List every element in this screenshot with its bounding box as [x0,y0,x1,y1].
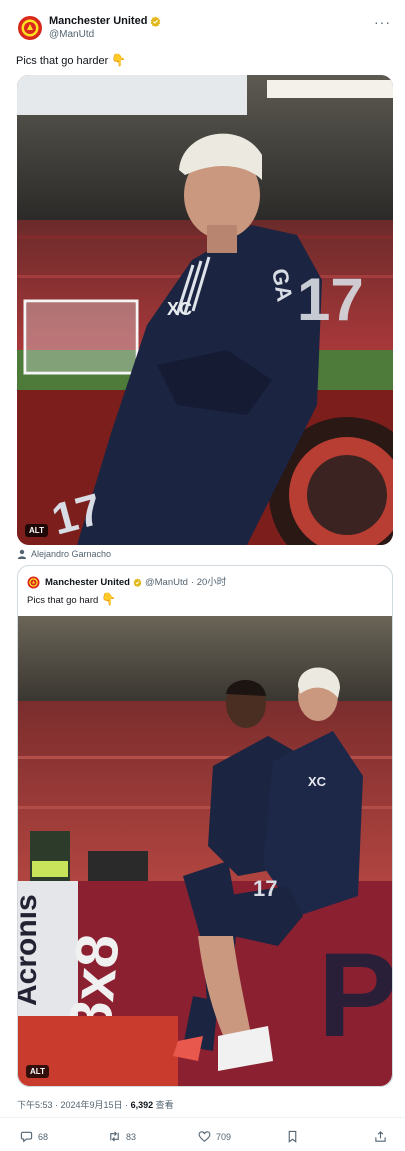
reply-icon [20,1131,33,1143]
bookmark-icon [288,1130,297,1143]
bookmark-button[interactable] [286,1130,299,1143]
author-handle[interactable]: @ManUtd [49,29,94,41]
tweet-photo[interactable]: GA 17 17 XC ALT [17,75,393,545]
person-icon [17,549,27,559]
garnacho-photo: GA 17 17 XC [17,75,393,545]
avatar[interactable] [17,15,43,41]
share-button[interactable] [374,1130,387,1143]
quoted-tweet[interactable]: Manchester United @ManUtd · 20小时 Pics th… [17,565,393,1087]
verified-badge-icon [151,16,161,27]
alt-text-badge[interactable]: ALT [25,524,48,537]
quoted-avatar[interactable] [27,576,40,589]
retweet-count: 83 [126,1131,137,1142]
heart-icon [198,1131,211,1142]
quoted-text: Pics that go hard 👇 [27,592,116,607]
timestamp[interactable]: 下午5:53 · 2024年9月15日 · [17,1100,131,1110]
pointing-down-emoji: 👇 [111,53,127,67]
players-on-wall-photo: Acronis 8x8 P 17 XC [18,616,392,1086]
tweet-meta: 下午5:53 · 2024年9月15日 · 6,392 查看 [17,1098,174,1111]
retweet-button[interactable]: 83 [108,1130,136,1143]
svg-text:Acronis: Acronis [18,894,43,1006]
svg-text:P: P [318,928,392,1062]
svg-text:XC: XC [167,299,192,319]
pointing-down-emoji: 👇 [100,592,116,606]
tweet-card: Manchester United @ManUtd ··· Pics that … [0,0,405,1151]
views-count: 6,392 [130,1100,154,1110]
retweet-icon [110,1131,119,1142]
tweet-text: Pics that go harder 👇 [16,53,127,67]
tagged-user[interactable]: Alejandro Garnacho [17,549,111,559]
verified-badge-icon [133,578,142,587]
author-name[interactable]: Manchester United [49,14,161,28]
club-crest-icon [27,576,40,589]
svg-text:17: 17 [253,876,277,901]
like-count: 709 [216,1131,232,1142]
like-button[interactable]: 709 [198,1130,231,1143]
reply-count: 68 [38,1131,49,1142]
quoted-handle[interactable]: @ManUtd [145,576,188,589]
quoted-photo[interactable]: Acronis 8x8 P 17 XC ALT [18,616,392,1086]
share-icon [375,1131,386,1142]
quoted-header: Manchester United @ManUtd · 20小时 [45,576,226,589]
alt-text-badge[interactable]: ALT [26,1065,49,1078]
svg-text:17: 17 [297,266,364,333]
quoted-time[interactable]: · 20小时 [191,576,226,589]
reply-button[interactable]: 68 [20,1130,48,1143]
quoted-author-name[interactable]: Manchester United [45,576,130,589]
views-label: 查看 [153,1100,174,1110]
action-bar: 68 83 709 [20,1130,390,1144]
club-crest-icon [18,16,42,40]
more-icon[interactable]: ··· [374,14,391,30]
svg-text:XC: XC [308,774,327,789]
divider [0,1117,405,1118]
